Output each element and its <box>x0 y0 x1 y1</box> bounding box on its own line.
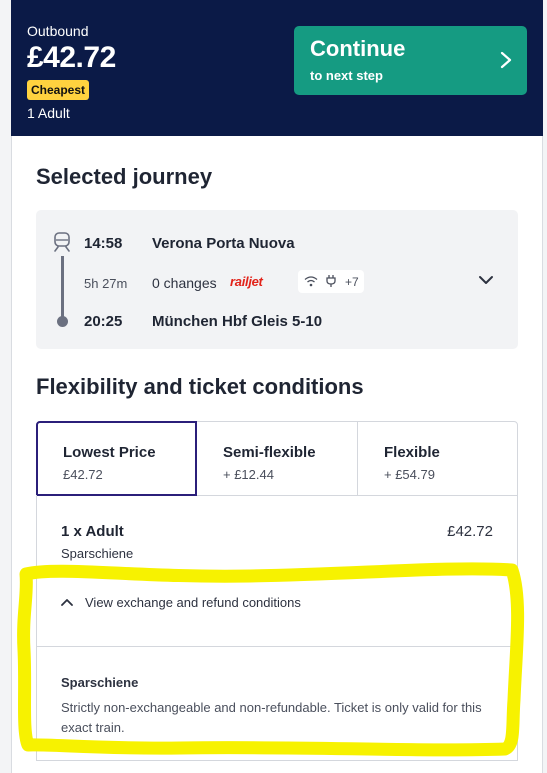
passenger-line: 1 x Adult <box>61 523 124 540</box>
continue-sublabel: to next step <box>310 68 383 83</box>
direction-label: Outbound <box>27 23 89 39</box>
tab-semi-flexible[interactable]: Semi-flexible + £12.44 <box>197 422 357 495</box>
cheapest-badge: Cheapest <box>27 80 90 100</box>
departure-station: Verona Porta Nuova <box>152 235 295 252</box>
tab-price: + £54.79 <box>384 467 435 482</box>
chevron-up-icon <box>61 599 73 606</box>
passenger-price: £42.72 <box>447 523 493 540</box>
changes-count: 0 changes <box>152 275 217 291</box>
continue-button[interactable]: Continue to next step <box>294 26 527 95</box>
conditions-toggle-label: View exchange and refund conditions <box>85 595 301 610</box>
amenities-badge: +7 <box>298 270 364 293</box>
chevron-down-icon[interactable] <box>478 274 494 286</box>
arrival-time: 20:25 <box>84 313 123 330</box>
total-price: £42.72 <box>27 41 116 74</box>
journey-card[interactable]: 14:58 Verona Porta Nuova 5h 27m 0 change… <box>36 210 518 349</box>
tab-lowest-price[interactable]: Lowest Price £42.72 <box>36 421 197 496</box>
booking-summary-header: Outbound £42.72 Cheapest 1 Adult Continu… <box>11 0 543 136</box>
condition-title: Sparschiene <box>61 675 139 690</box>
continue-label: Continue <box>310 36 406 61</box>
passenger-count: 1 Adult <box>27 105 70 121</box>
condition-text: Strictly non-exchangeable and non-refund… <box>61 700 482 735</box>
tab-price: + £12.44 <box>223 467 274 482</box>
tab-title: Semi-flexible <box>223 444 316 461</box>
operator-logo: railjet <box>230 274 263 289</box>
more-amenities: +7 <box>345 275 359 289</box>
tab-title: Flexible <box>384 444 440 461</box>
journey-duration: 5h 27m <box>84 276 128 291</box>
power-plug-icon <box>326 275 336 287</box>
arrival-station: München Hbf Gleis 5-10 <box>152 313 323 330</box>
fare-tabs: Lowest Price £42.72 Semi-flexible + £12.… <box>36 421 518 496</box>
fare-name: Sparschiene <box>61 546 134 561</box>
tab-title: Lowest Price <box>63 444 156 461</box>
selected-journey-title: Selected journey <box>36 164 213 189</box>
fare-details: 1 x Adult £42.72 Sparschiene View exchan… <box>36 495 518 761</box>
tab-price: £42.72 <box>63 467 103 482</box>
chevron-right-icon <box>500 51 512 69</box>
arrival-dot <box>57 316 68 327</box>
train-icon <box>54 232 70 252</box>
tab-flexible[interactable]: Flexible + £54.79 <box>358 422 518 495</box>
wifi-icon <box>304 276 318 287</box>
journey-timeline <box>61 256 64 320</box>
divider <box>37 646 517 647</box>
departure-time: 14:58 <box>84 235 123 252</box>
flexibility-title: Flexibility and ticket conditions <box>36 374 364 399</box>
